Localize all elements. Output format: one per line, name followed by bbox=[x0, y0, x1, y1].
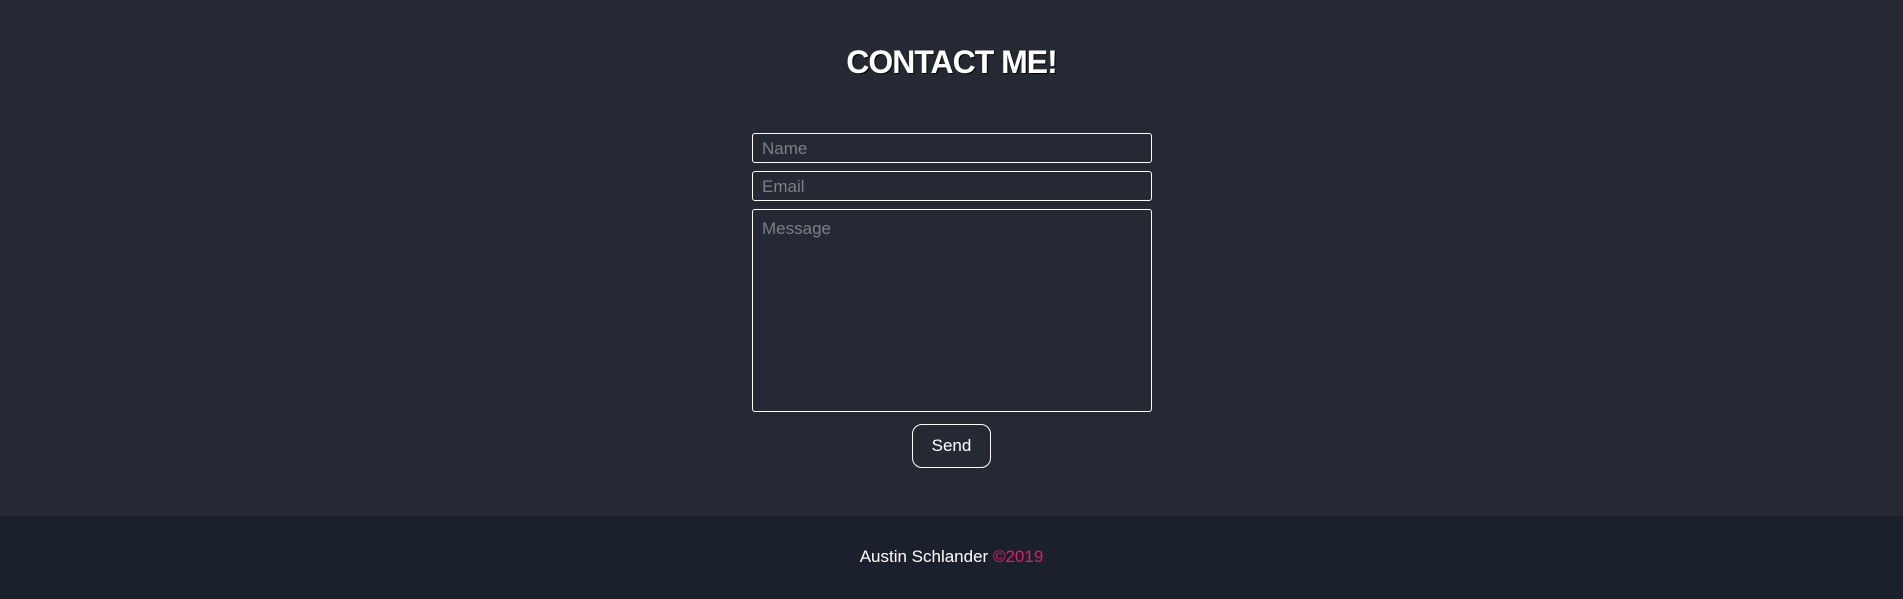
footer-credit: Austin Schlander ©2019 bbox=[0, 547, 1903, 567]
contact-section: CONTACT ME! Send bbox=[0, 0, 1903, 516]
name-input[interactable] bbox=[752, 133, 1152, 163]
page-title: CONTACT ME! bbox=[846, 44, 1058, 80]
message-textarea[interactable] bbox=[752, 209, 1152, 412]
footer-author: Austin Schlander bbox=[859, 547, 989, 566]
footer-copyright: ©2019 bbox=[992, 547, 1044, 566]
email-input[interactable] bbox=[752, 171, 1152, 201]
contact-form bbox=[752, 133, 1152, 412]
send-button[interactable]: Send bbox=[912, 424, 991, 468]
footer: Austin Schlander ©2019 bbox=[0, 516, 1903, 599]
